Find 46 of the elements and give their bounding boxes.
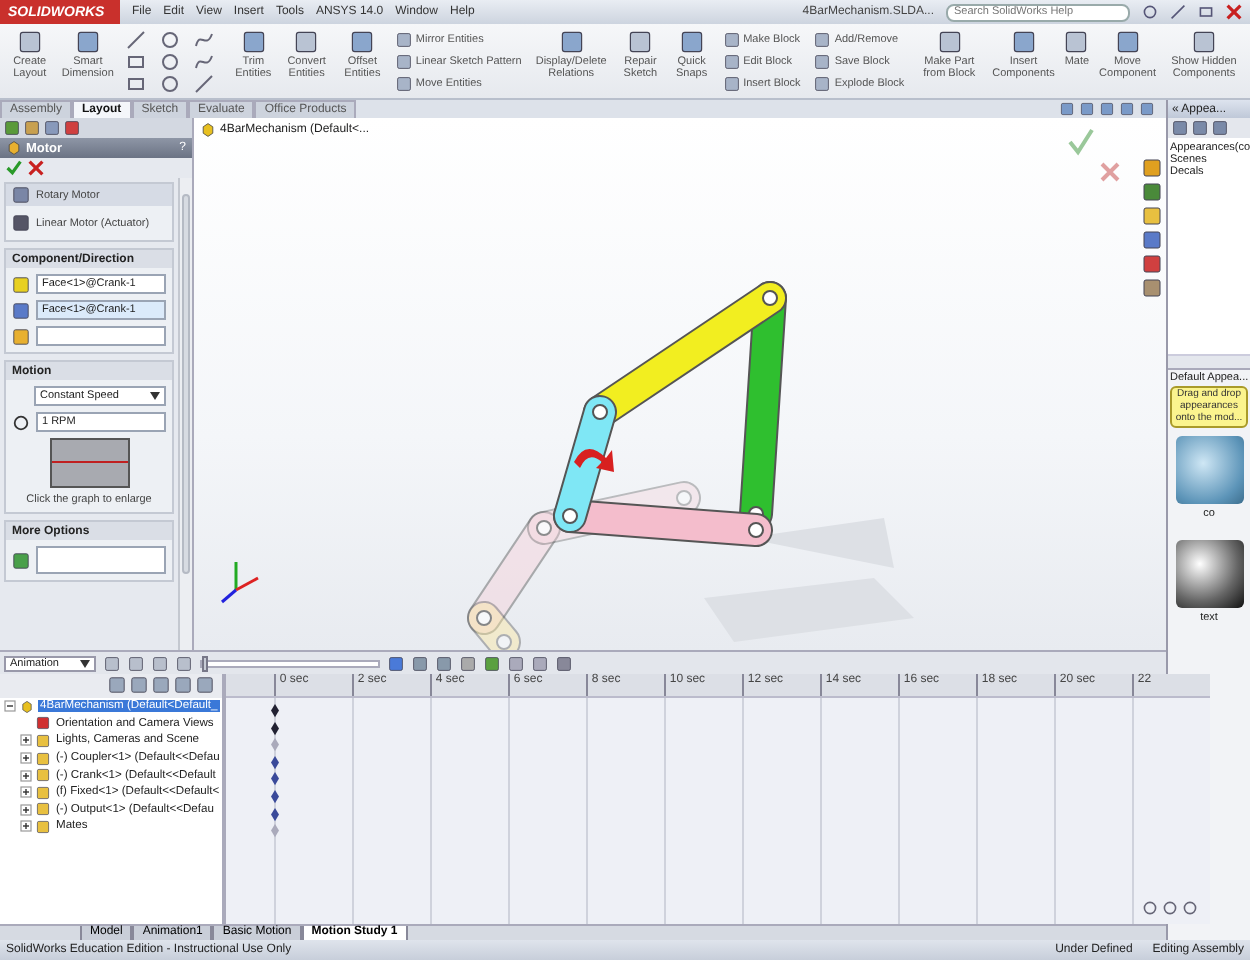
caret-icon [80,659,90,667]
tool-icon [1191,30,1216,54]
expander-icon[interactable] [20,803,32,816]
confirm-check-icon[interactable] [1068,128,1094,156]
axis-triad-icon [221,562,259,604]
tool-icon [937,30,962,54]
expander-icon[interactable] [20,786,32,799]
tool-icon [294,30,319,54]
expander-icon[interactable] [20,734,32,747]
tool-icon [17,30,42,54]
slider-thumb[interactable] [202,655,208,671]
cancel-icon[interactable] [28,160,44,176]
rotation-arrow-icon [574,448,614,472]
restore-icon[interactable] [1198,4,1214,20]
curve-icon[interactable] [194,51,215,71]
tool-icon [1064,30,1089,54]
expander-icon[interactable] [20,820,32,833]
options-field[interactable] [36,546,166,574]
sphere-thumbnail[interactable] [1175,436,1243,505]
motion-graph-drawing[interactable] [49,438,129,488]
tool-icon [559,30,584,54]
spline-icon[interactable] [194,29,215,49]
tool-icon [75,30,100,54]
tool-icon [1011,30,1036,54]
expander-icon[interactable] [4,700,16,713]
arc-icon[interactable] [160,51,181,71]
tool-icon [1115,30,1140,54]
sphere-thumbnail[interactable] [1175,540,1243,609]
caret-icon [150,392,160,400]
tool-icon [628,30,653,54]
expander-icon[interactable] [20,769,32,782]
ok-check-icon[interactable] [6,160,22,176]
close-icon[interactable] [1226,4,1242,20]
tool-icon [679,30,704,54]
circle-icon[interactable] [160,29,181,49]
slot-icon[interactable] [126,73,147,93]
line-icon[interactable] [126,29,147,49]
scrollbar[interactable] [178,178,192,650]
assembly-icon [200,122,216,138]
rectangle-icon[interactable] [126,51,147,71]
tool-icon [241,30,266,54]
sketch-line-icon[interactable] [194,73,215,93]
selection-field[interactable] [36,326,166,346]
tool-icon [350,30,375,54]
expander-icon[interactable] [20,752,32,765]
scrollbar[interactable] [1168,354,1250,370]
